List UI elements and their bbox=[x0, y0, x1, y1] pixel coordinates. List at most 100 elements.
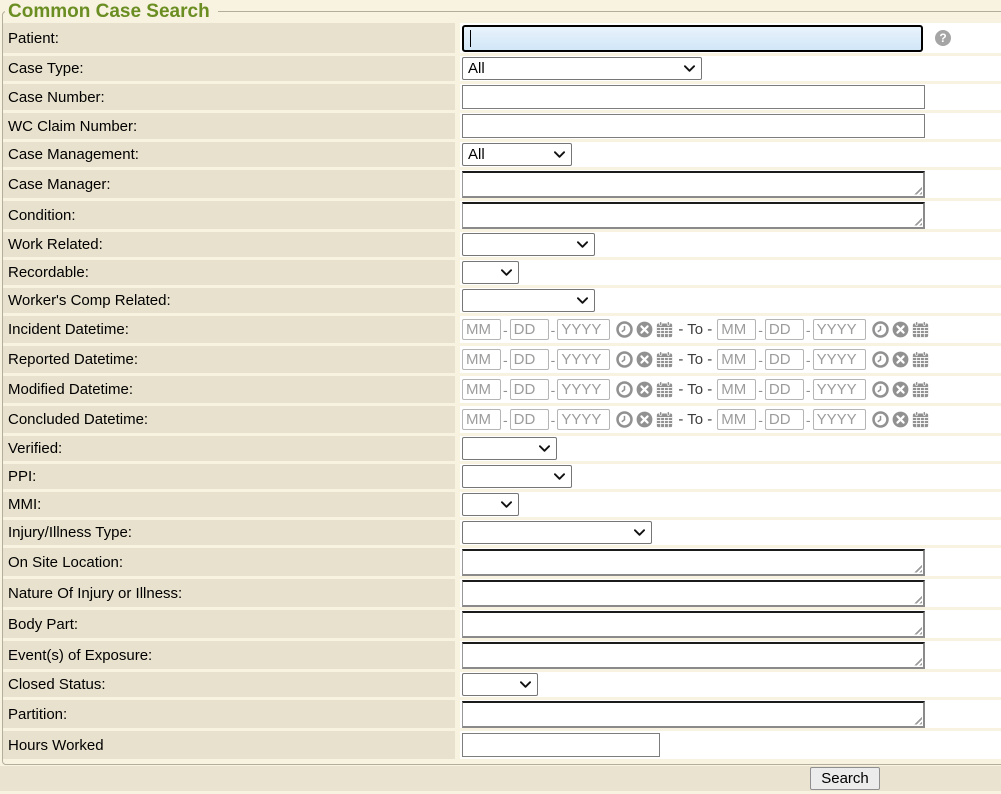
case-manager-textarea-wrap bbox=[462, 171, 925, 198]
hours-worked-input[interactable] bbox=[462, 733, 660, 757]
incident-from-year-input[interactable] bbox=[557, 319, 610, 340]
clock-icon[interactable] bbox=[616, 321, 633, 338]
calendar-icon[interactable] bbox=[656, 381, 673, 398]
incident-to-year-input[interactable] bbox=[813, 319, 866, 340]
form-row-ppi: PPI: bbox=[3, 464, 1001, 489]
date-separator: - bbox=[503, 322, 508, 338]
common-case-search-fieldset: Common Case Search Patient: ? Case Type:… bbox=[2, 2, 1001, 765]
modified-to-date-icons bbox=[872, 381, 929, 398]
form-row-work-related: Work Related: bbox=[3, 232, 1001, 257]
calendar-icon[interactable] bbox=[912, 381, 929, 398]
search-button[interactable]: Search bbox=[810, 767, 880, 790]
calendar-icon[interactable] bbox=[656, 411, 673, 428]
condition-label: Condition: bbox=[3, 201, 455, 229]
case-manager-textarea[interactable] bbox=[462, 171, 925, 198]
reported-to-month-input[interactable] bbox=[717, 349, 756, 370]
calendar-icon[interactable] bbox=[912, 321, 929, 338]
work-related-select[interactable] bbox=[462, 233, 595, 256]
verified-select[interactable] bbox=[462, 437, 557, 460]
recordable-select[interactable] bbox=[462, 261, 519, 284]
reported-to-day-input[interactable] bbox=[765, 349, 804, 370]
clock-icon[interactable] bbox=[616, 381, 633, 398]
injury-illness-type-select[interactable] bbox=[462, 521, 652, 544]
concluded-to-year-input[interactable] bbox=[813, 409, 866, 430]
reported-to-year-input[interactable] bbox=[813, 349, 866, 370]
ppi-select[interactable] bbox=[462, 465, 572, 488]
calendar-icon[interactable] bbox=[912, 351, 929, 368]
clear-icon[interactable] bbox=[892, 411, 909, 428]
concluded-to-day-input[interactable] bbox=[765, 409, 804, 430]
reported-from-month-input[interactable] bbox=[462, 349, 501, 370]
calendar-icon[interactable] bbox=[912, 411, 929, 428]
text-caret bbox=[470, 30, 471, 47]
case-number-label: Case Number: bbox=[3, 84, 455, 110]
modified-to-day-input[interactable] bbox=[765, 379, 804, 400]
chevron-down-icon bbox=[539, 445, 550, 452]
incident-from-day-input[interactable] bbox=[510, 319, 549, 340]
body-part-textarea[interactable] bbox=[462, 611, 925, 638]
case-number-input[interactable] bbox=[462, 85, 925, 109]
form-row-recordable: Recordable: bbox=[3, 260, 1001, 285]
concluded-to-month-input[interactable] bbox=[717, 409, 756, 430]
form-row-concluded-datetime: Concluded Datetime: - - - To - - - bbox=[3, 406, 1001, 433]
clear-icon[interactable] bbox=[636, 381, 653, 398]
case-manager-label: Case Manager: bbox=[3, 170, 455, 198]
clear-icon[interactable] bbox=[636, 351, 653, 368]
modified-from-month-input[interactable] bbox=[462, 379, 501, 400]
modified-from-year-input[interactable] bbox=[557, 379, 610, 400]
clock-icon[interactable] bbox=[616, 351, 633, 368]
help-icon[interactable]: ? bbox=[935, 30, 951, 46]
concluded-from-day-input[interactable] bbox=[510, 409, 549, 430]
form-row-workers-comp-related: Worker's Comp Related: bbox=[3, 288, 1001, 313]
closed-status-select[interactable] bbox=[462, 673, 538, 696]
date-separator: - bbox=[551, 412, 556, 428]
nature-of-injury-textarea[interactable] bbox=[462, 580, 925, 607]
clock-icon[interactable] bbox=[872, 381, 889, 398]
modified-from-day-input[interactable] bbox=[510, 379, 549, 400]
modified-to-month-input[interactable] bbox=[717, 379, 756, 400]
incident-to-month-input[interactable] bbox=[717, 319, 756, 340]
reported-from-day-input[interactable] bbox=[510, 349, 549, 370]
modified-datetime-label: Modified Datetime: bbox=[3, 376, 455, 403]
date-separator: - bbox=[806, 352, 811, 368]
concluded-from-month-input[interactable] bbox=[462, 409, 501, 430]
clear-icon[interactable] bbox=[892, 381, 909, 398]
case-type-select[interactable]: All bbox=[462, 57, 702, 80]
on-site-location-textarea[interactable] bbox=[462, 549, 925, 576]
nature-of-injury-textarea-wrap bbox=[462, 580, 925, 607]
condition-textarea[interactable] bbox=[462, 202, 925, 229]
date-range-to-label: - To - bbox=[678, 351, 712, 368]
modified-from-date-icons bbox=[616, 381, 673, 398]
patient-input[interactable] bbox=[462, 25, 923, 52]
chevron-down-icon bbox=[684, 65, 695, 72]
clock-icon[interactable] bbox=[872, 351, 889, 368]
case-management-select[interactable]: All bbox=[462, 143, 572, 166]
clear-icon[interactable] bbox=[636, 321, 653, 338]
concluded-datetime-control-cell: - - - To - - - bbox=[460, 406, 1001, 433]
wc-claim-number-input[interactable] bbox=[462, 114, 925, 138]
reported-from-year-input[interactable] bbox=[557, 349, 610, 370]
mmi-select[interactable] bbox=[462, 493, 519, 516]
incident-to-day-input[interactable] bbox=[765, 319, 804, 340]
incident-from-month-input[interactable] bbox=[462, 319, 501, 340]
form-row-incident-datetime: Incident Datetime: - - - To - - - bbox=[3, 316, 1001, 343]
form-row-events-of-exposure: Event(s) of Exposure: bbox=[3, 641, 1001, 669]
recordable-label: Recordable: bbox=[3, 260, 455, 285]
clock-icon[interactable] bbox=[616, 411, 633, 428]
calendar-icon[interactable] bbox=[656, 321, 673, 338]
partition-textarea[interactable] bbox=[462, 701, 925, 728]
clock-icon[interactable] bbox=[872, 411, 889, 428]
concluded-from-year-input[interactable] bbox=[557, 409, 610, 430]
modified-to-year-input[interactable] bbox=[813, 379, 866, 400]
workers-comp-related-select[interactable] bbox=[462, 289, 595, 312]
calendar-icon[interactable] bbox=[656, 351, 673, 368]
clock-icon[interactable] bbox=[872, 321, 889, 338]
form-row-reported-datetime: Reported Datetime: - - - To - - - bbox=[3, 346, 1001, 373]
clear-icon[interactable] bbox=[892, 351, 909, 368]
case-management-label: Case Management: bbox=[3, 142, 455, 167]
events-of-exposure-textarea[interactable] bbox=[462, 642, 925, 669]
case-management-control-cell: All bbox=[460, 142, 1001, 167]
clear-icon[interactable] bbox=[636, 411, 653, 428]
clear-icon[interactable] bbox=[892, 321, 909, 338]
date-separator: - bbox=[503, 412, 508, 428]
